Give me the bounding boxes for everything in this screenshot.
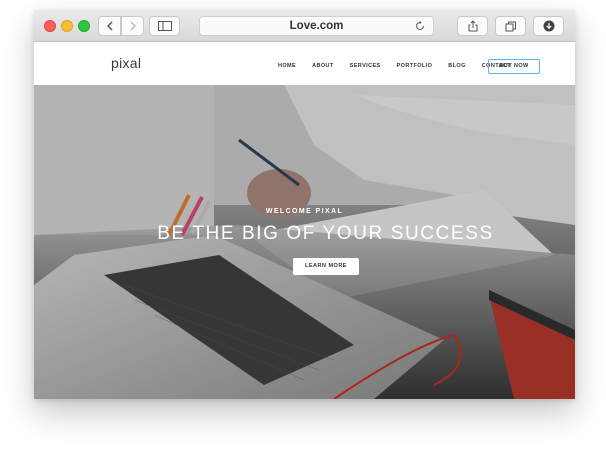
address-text: Love.com	[289, 20, 344, 32]
hero-kicker: WELCOME PIXAL	[265, 208, 344, 215]
sidebar-toggle-button[interactable]	[149, 16, 180, 36]
chevron-right-icon	[130, 21, 136, 31]
sidebar-icon	[157, 21, 172, 31]
zoom-window-button[interactable]	[78, 20, 90, 32]
learn-more-button[interactable]: LEARN MORE	[293, 258, 359, 275]
share-button[interactable]	[457, 16, 488, 36]
forward-button[interactable]	[121, 16, 144, 36]
minimize-window-button[interactable]	[61, 20, 73, 32]
back-button[interactable]	[98, 16, 121, 36]
hero-section: WELCOME PIXAL BE THE BIG OF YOUR SUCCESS…	[34, 85, 575, 399]
buy-now-button[interactable]: BUY NOW	[488, 59, 540, 74]
site-logo[interactable]: pixal	[111, 55, 141, 71]
nav-home[interactable]: HOME	[278, 63, 296, 69]
site-header: pixal HOME ABOUT SERVICES PORTFOLIO BLOG…	[34, 43, 575, 85]
nav-blog[interactable]: BLOG	[448, 63, 466, 69]
downloads-button[interactable]	[533, 16, 564, 36]
hero-title: BE THE BIG OF YOUR SUCCESS	[157, 223, 494, 244]
browser-toolbar: Love.com	[34, 10, 575, 42]
nav-about[interactable]: ABOUT	[312, 63, 334, 69]
reload-icon[interactable]	[414, 20, 426, 32]
chevron-left-icon	[106, 21, 112, 31]
share-icon	[468, 20, 477, 32]
tabs-icon	[505, 21, 516, 31]
address-bar[interactable]: Love.com	[199, 16, 434, 36]
tab-overview-button[interactable]	[495, 16, 526, 36]
nav-services[interactable]: SERVICES	[350, 63, 381, 69]
browser-window: Love.com pixal HOME ABOUT SERVICES PORTF…	[34, 10, 575, 399]
download-icon	[543, 20, 554, 32]
nav-portfolio[interactable]: PORTFOLIO	[397, 63, 433, 69]
close-window-button[interactable]	[44, 20, 56, 32]
